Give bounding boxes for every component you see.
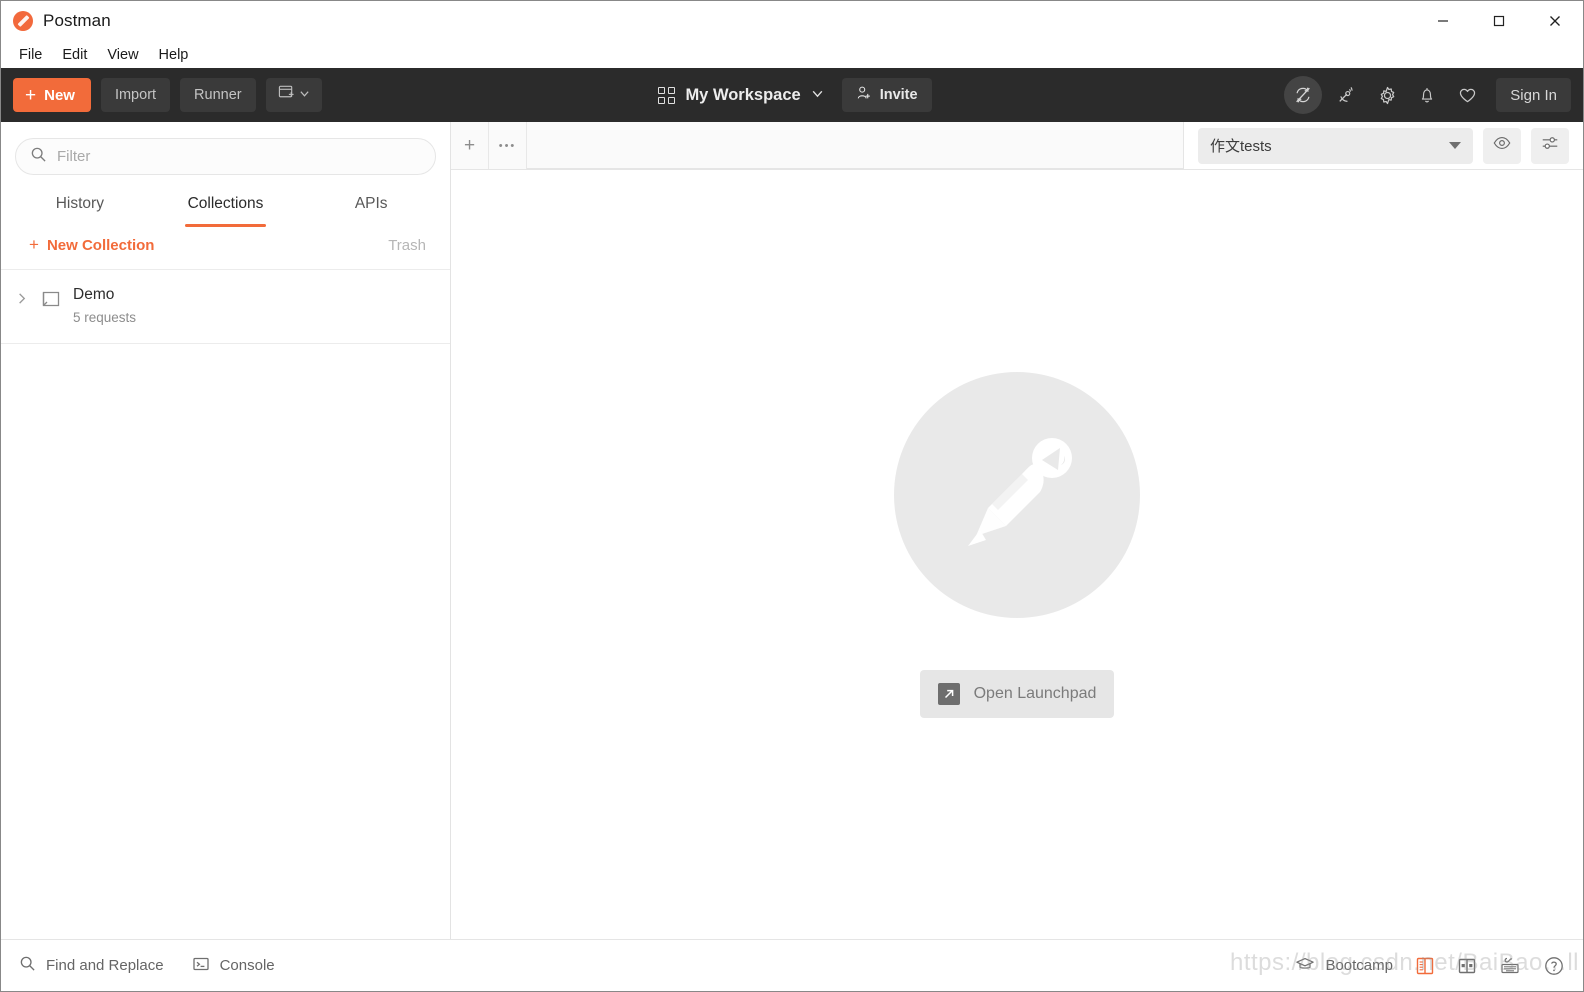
gear-icon[interactable] [1372,80,1402,110]
tab-apis[interactable]: APIs [298,181,444,227]
new-window-icon [278,84,295,106]
bell-icon[interactable] [1412,80,1442,110]
minimize-icon[interactable] [1415,1,1471,41]
toolbar-left-group: + New Import Runner [13,78,322,112]
list-item[interactable]: Demo 5 requests [1,270,450,344]
search-input[interactable] [57,148,421,165]
environment-selector[interactable]: 作文tests [1198,127,1473,164]
postman-logo-icon [13,11,33,31]
title-bar: Postman [1,1,1583,41]
environment-settings-button[interactable] [1531,127,1569,164]
collection-text: Demo 5 requests [73,286,136,325]
menu-item-help[interactable]: Help [149,45,199,65]
search-icon [19,955,36,976]
layout-two-pane-icon[interactable] [1415,956,1435,976]
find-and-replace-label: Find and Replace [46,957,164,974]
environment-quick-look-button[interactable] [1483,127,1521,164]
new-tab-button[interactable]: + [451,122,489,169]
new-button[interactable]: + New [13,78,91,112]
plus-icon: + [25,84,37,106]
bootcamp-label: Bootcamp [1325,957,1393,974]
chevron-down-icon [811,86,824,105]
close-icon[interactable] [1527,1,1583,41]
find-and-replace-button[interactable]: Find and Replace [19,955,164,976]
chevron-right-icon[interactable] [13,286,29,305]
folder-icon [41,286,61,314]
console-button[interactable]: Console [192,955,275,977]
sidebar: History Collections APIs + New Collectio… [1,122,451,939]
eye-icon [1492,133,1512,158]
filter-box[interactable] [15,138,436,175]
chevron-down-icon [299,86,310,104]
tab-collections[interactable]: Collections [153,181,299,227]
status-bar-left: Find and Replace Console [19,955,275,977]
menu-item-edit[interactable]: Edit [52,45,97,65]
sidebar-tabs: History Collections APIs [1,181,450,227]
main-panel: + ••• 作文tests Open Launchpad [451,122,1583,939]
request-tab-bar: + ••• 作文tests [451,122,1583,170]
menu-item-file[interactable]: File [9,45,52,65]
filter-area [1,122,450,181]
new-button-label: New [44,86,75,104]
search-icon [30,146,47,168]
sliders-icon [1540,133,1560,158]
invite-button[interactable]: Invite [841,78,932,112]
invite-label: Invite [879,87,918,103]
open-launchpad-button[interactable]: Open Launchpad [919,669,1115,718]
chevron-down-icon [1449,142,1461,149]
main-toolbar: + New Import Runner My Workspace Invite … [1,68,1583,122]
collection-actions: + New Collection Trash [1,227,450,270]
new-collection-button[interactable]: + New Collection [29,235,154,255]
import-button[interactable]: Import [100,78,171,112]
sync-off-icon[interactable] [1284,76,1323,114]
app-body: History Collections APIs + New Collectio… [1,122,1583,939]
trash-button[interactable]: Trash [388,237,426,254]
terminal-icon [192,955,210,977]
workspace-label: My Workspace [685,85,801,104]
maximize-icon[interactable] [1471,1,1527,41]
bootcamp-button[interactable]: Bootcamp [1295,955,1393,977]
layout-split-icon[interactable] [1457,956,1477,976]
workspace-selector[interactable]: My Workspace [652,80,829,111]
menu-item-view[interactable]: View [97,45,148,65]
open-launchpad-label: Open Launchpad [973,684,1097,702]
postman-pen-icon [894,371,1140,618]
app-title: Postman [43,11,111,30]
status-bar-right: Bootcamp [1295,955,1565,977]
runner-button[interactable]: Runner [180,78,256,112]
empty-state-canvas: Open Launchpad [451,170,1583,939]
tab-bar-buttons: + ••• [451,122,527,169]
external-link-icon [937,682,960,705]
window-controls [1415,1,1583,41]
heart-icon[interactable] [1452,80,1482,110]
help-circle-icon[interactable] [1543,955,1565,977]
toolbar-right-group: Sign In [1284,76,1571,114]
environment-zone: 作文tests [1183,122,1583,169]
collection-request-count: 5 requests [73,310,137,325]
tab-history[interactable]: History [7,181,153,227]
tab-options-button[interactable]: ••• [489,122,527,169]
collection-name: Demo [73,286,115,303]
plus-icon: + [29,235,39,254]
new-collection-label: New Collection [46,236,155,254]
menu-bar: File Edit View Help [1,41,1583,68]
environment-name: 作文tests [1210,138,1272,155]
sign-in-button[interactable]: Sign In [1496,78,1571,112]
console-label: Console [219,957,275,974]
postman-app-window: Postman File Edit View Help + New Import [0,0,1584,992]
tab-bar-filler [527,122,1183,169]
satellite-icon[interactable] [1332,80,1362,110]
status-bar: Find and Replace Console Bootcamp https:… [1,939,1583,991]
new-window-button[interactable] [265,78,322,112]
graduation-cap-icon [1295,955,1315,977]
keyboard-icon[interactable] [1499,956,1521,976]
grid-icon [658,86,676,104]
person-add-icon [856,85,872,105]
